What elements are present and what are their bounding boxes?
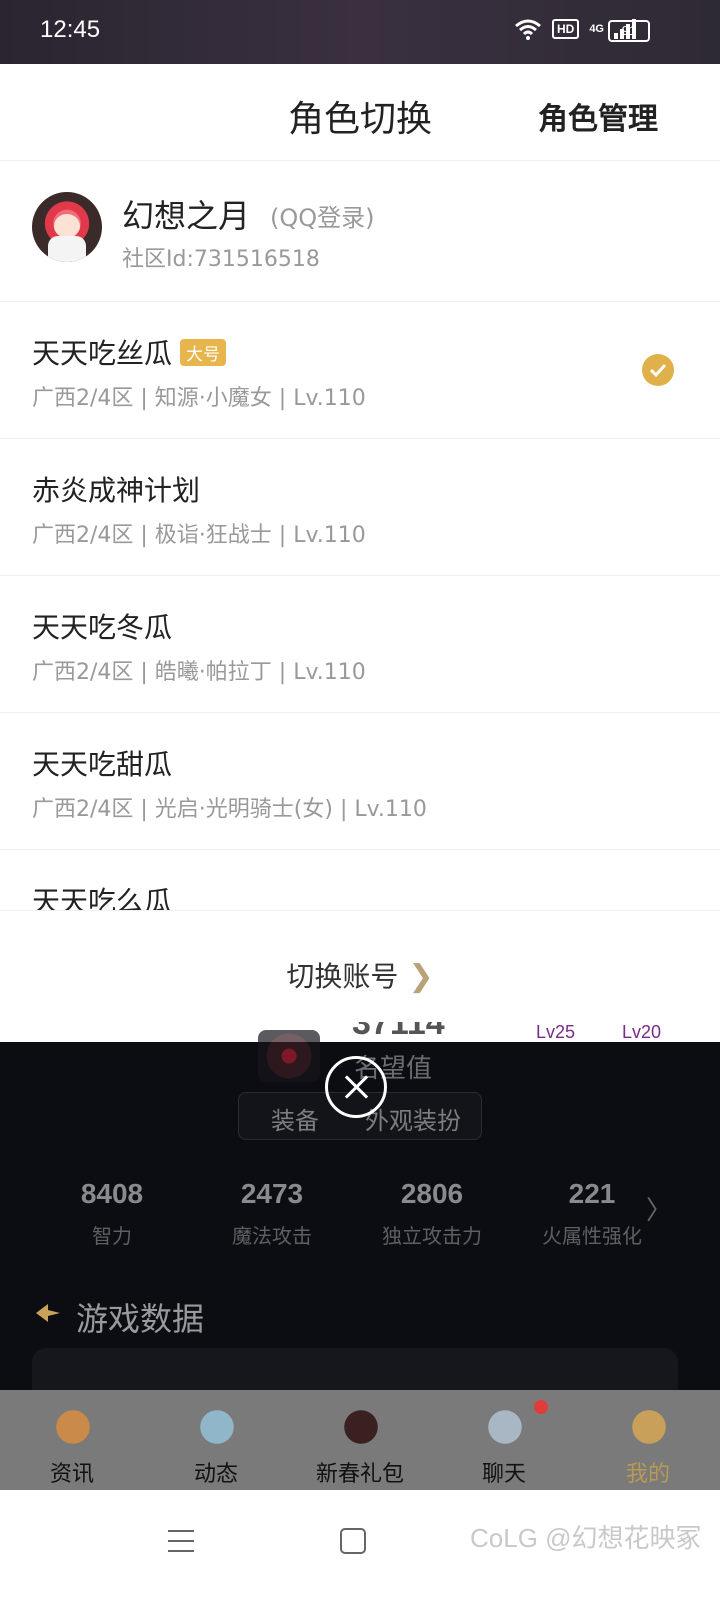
stats-row: 8408 智力 2473 魔法攻击 2806 独立攻击力 221 火属性强化	[32, 1178, 672, 1268]
system-nav-bar: CoLG @幻想花映冢	[0, 1490, 720, 1600]
sheet-header: 角色切换 角色管理	[0, 64, 720, 161]
dog-mascot-icon	[624, 1400, 674, 1454]
nav-label: 动态	[193, 1462, 238, 1487]
battery-icon: 91	[608, 20, 650, 42]
penguin-mascot-icon	[192, 1400, 242, 1454]
stat-label: 智力	[92, 1224, 132, 1248]
wifi-icon	[515, 19, 541, 40]
role-manage-button[interactable]: 角色管理	[538, 94, 658, 138]
menu-icon[interactable]	[168, 1530, 194, 1552]
stat-item: 2806 独立攻击力	[352, 1178, 512, 1249]
stat-value: 8408	[80, 1178, 144, 1209]
role-switch-sheet: 角色切换 角色管理 幻想之月 (QQ登录) 社区Id:731516518 天天吃…	[0, 64, 720, 1042]
account-row: 幻想之月 (QQ登录) 社区Id:731516518	[0, 161, 720, 302]
level-badge: Lv20	[622, 1022, 662, 1042]
nav-item-chat[interactable]: 聊天	[432, 1390, 576, 1490]
rank-emblem-icon	[258, 1030, 320, 1082]
nav-item-feed[interactable]: 动态	[144, 1390, 288, 1490]
role-item[interactable]: 天天吃丝瓜 大号 广西2/4区 | 知源·小魔女 | Lv.110	[0, 302, 720, 439]
role-detail: 广西2/4区 | 极诣·狂战士 | Lv.110	[32, 523, 366, 548]
nav-item-news[interactable]: 资讯	[0, 1390, 144, 1490]
level-badge: Lv25	[536, 1022, 576, 1042]
login-type: (QQ登录)	[270, 204, 375, 232]
switch-account-button[interactable]: 切换账号 ❯	[0, 955, 720, 995]
watermark: CoLG @幻想花映冢	[470, 1523, 702, 1553]
reputation-value: 37114	[352, 1022, 445, 1042]
network-type: 4G	[589, 23, 604, 35]
nav-label: 资讯	[49, 1462, 94, 1487]
section-title: 游戏数据	[76, 1300, 205, 1338]
main-role-badge: 大号	[180, 338, 227, 366]
role-detail: 广西2/4区 | 知源·小魔女 | Lv.110	[32, 386, 366, 411]
hd-icon: HD	[551, 19, 580, 39]
selected-check-icon	[642, 354, 674, 386]
girl-mascot-icon	[336, 1400, 386, 1454]
stat-value: 2806	[400, 1178, 464, 1209]
nav-item-gift[interactable]: 新春礼包	[288, 1390, 432, 1490]
role-item[interactable]: 天天吃冬瓜 广西2/4区 | 皓曦·帕拉丁 | Lv.110	[0, 576, 720, 713]
role-name: 赤炎成神计划	[32, 474, 201, 507]
nav-label: 我的	[625, 1462, 670, 1487]
nav-label: 聊天	[481, 1462, 526, 1487]
status-bar: 12:45 HD 4G 91	[0, 0, 720, 64]
stat-item: 8408 智力	[32, 1178, 192, 1249]
switch-account-label: 切换账号	[286, 960, 399, 993]
nav-label: 新春礼包	[315, 1462, 404, 1487]
close-icon[interactable]	[325, 1056, 387, 1118]
status-time: 12:45	[40, 16, 101, 43]
tab-equipment[interactable]: 装备	[271, 1101, 319, 1136]
role-detail: 广西2/4区 | 皓曦·帕拉丁 | Lv.110	[32, 660, 366, 685]
stat-value: 2473	[240, 1178, 304, 1209]
stat-label: 魔法攻击	[232, 1224, 312, 1248]
community-id: 社区Id:731516518	[122, 247, 320, 272]
nav-item-mine[interactable]: 我的	[576, 1390, 720, 1490]
home-icon[interactable]	[340, 1528, 366, 1554]
account-name: 幻想之月	[122, 197, 251, 235]
cat-mascot-icon	[480, 1400, 530, 1454]
fox-mascot-icon	[48, 1400, 98, 1454]
stat-label: 独立攻击力	[382, 1224, 482, 1248]
bottom-nav: 资讯 动态 新春礼包 聊天 我的	[0, 1390, 720, 1490]
chevron-right-icon: ❯	[408, 959, 434, 994]
role-name: 天天吃甜瓜	[32, 748, 173, 781]
arrow-section-icon	[36, 1304, 60, 1322]
role-detail: 广西2/4区 | 光启·光明骑士(女) | Lv.110	[32, 797, 427, 822]
battery-level: 91	[621, 23, 637, 38]
chevron-right-icon[interactable]: 〉	[646, 1190, 672, 1227]
unread-dot	[534, 1400, 548, 1414]
role-item[interactable]: 赤炎成神计划 广西2/4区 | 极诣·狂战士 | Lv.110	[0, 439, 720, 576]
role-item[interactable]: 天天吃甜瓜 广西2/4区 | 光启·光明骑士(女) | Lv.110	[0, 713, 720, 850]
avatar	[32, 192, 102, 262]
role-name: 天天吃丝瓜	[32, 337, 173, 370]
stat-item: 2473 魔法攻击	[192, 1178, 352, 1249]
profile-background: 37114 名望值 Lv25 Lv20 装备 外观装扮 8408 智力 2473…	[0, 1022, 720, 1408]
role-name: 天天吃冬瓜	[32, 611, 173, 644]
